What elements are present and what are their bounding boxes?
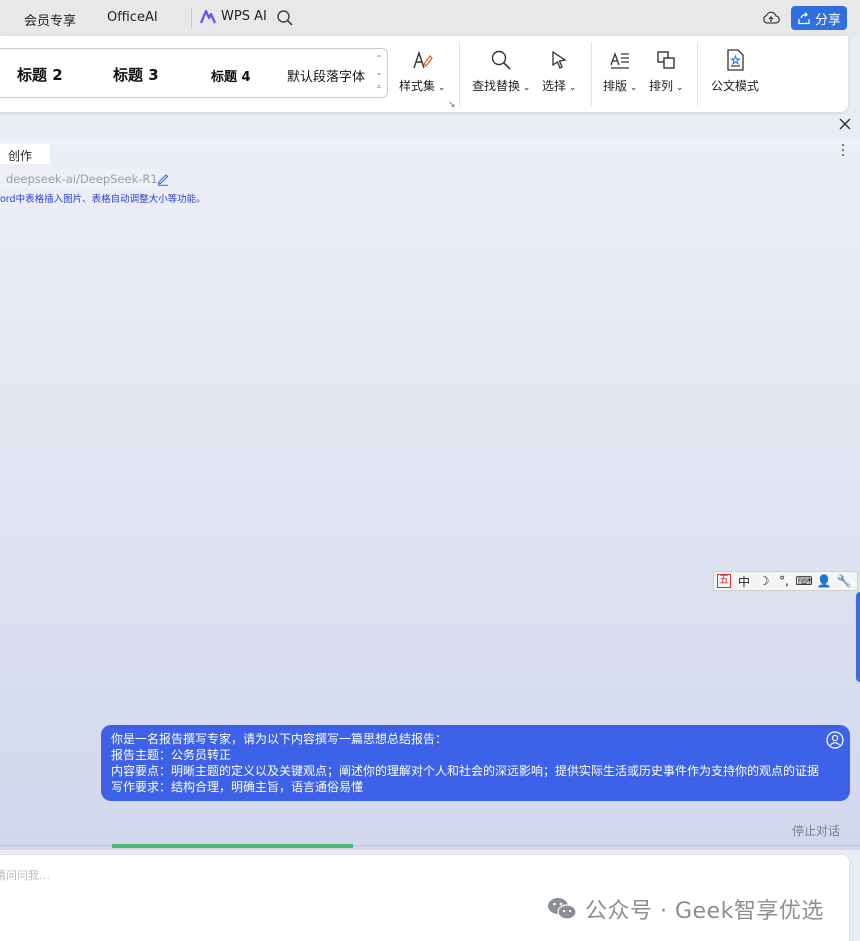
arrange-icon <box>657 51 675 69</box>
style-heading-2[interactable]: 标题 2 <box>17 64 63 85</box>
tab-create[interactable]: 创作 <box>0 144 50 164</box>
wps-ai-button[interactable]: WPS AI <box>200 9 267 24</box>
cloud-upload-icon[interactable] <box>762 9 780 27</box>
watermark-text: 公众号 · Geek智享优选 <box>585 899 824 924</box>
style-set-label: 样式集 <box>399 77 445 94</box>
search-icon[interactable] <box>276 9 294 27</box>
ime-toolbar: 五 中 ☽ °, ⌨ 👤 🔧 <box>713 571 858 591</box>
share-icon <box>798 11 810 24</box>
user-avatar-icon <box>826 731 844 749</box>
dialog-launcher-icon[interactable]: ↘ <box>448 100 456 110</box>
ribbon-separator <box>697 42 698 106</box>
ribbon-separator <box>591 42 592 106</box>
ime-halfwidth-moon-icon[interactable]: ☽ <box>754 574 774 588</box>
style-heading-4[interactable]: 标题 4 <box>211 66 251 85</box>
official-doc-mode-button[interactable]: 公文模式 <box>711 48 759 94</box>
arrange-label: 排列 <box>649 77 683 94</box>
style-set-button[interactable]: 样式集 <box>399 48 445 94</box>
wechat-watermark: 公众号 · Geek智享优选 <box>547 893 824 925</box>
select-label: 选择 <box>542 77 576 94</box>
stop-conversation-button[interactable]: 停止对话 <box>792 822 840 839</box>
menu-officeai[interactable]: OfficeAI <box>107 10 158 25</box>
ime-wubi-icon[interactable]: 五 <box>717 574 731 588</box>
text-layout-icon <box>610 52 630 69</box>
model-selector[interactable]: deepseek-ai/DeepSeek-R1 <box>0 170 164 189</box>
generation-progress-bar <box>112 844 353 848</box>
layout-button[interactable]: 排版 <box>603 48 637 94</box>
find-replace-button[interactable]: 查找替换 <box>472 48 530 94</box>
find-replace-label: 查找替换 <box>472 77 530 94</box>
message-line: 你是一名报告撰写专家，请为以下内容撰写一篇思想总结报告： <box>111 732 448 746</box>
ime-keyboard-icon[interactable]: ⌨ <box>794 574 814 588</box>
official-doc-mode-label: 公文模式 <box>711 79 760 93</box>
share-button[interactable]: 分享 <box>791 6 847 30</box>
style-heading-3[interactable]: 标题 3 <box>113 64 159 85</box>
side-edge-tab[interactable] <box>856 592 860 682</box>
message-line: 写作要求：结构合理，明确主旨，语言通俗易懂 <box>111 780 364 794</box>
select-button[interactable]: 选择 <box>542 48 576 94</box>
share-label: 分享 <box>814 12 841 28</box>
ime-user-icon[interactable]: 👤 <box>814 574 834 588</box>
menu-separator <box>191 8 192 28</box>
ribbon-separator <box>459 42 460 106</box>
close-panel-icon[interactable] <box>838 117 852 131</box>
ime-punctuation-icon[interactable]: °, <box>774 574 794 588</box>
cursor-select-icon <box>552 50 567 69</box>
message-line: 内容要点：明晰主题的定义以及关键观点；阐述你的理解对个人和社会的深远影响；提供实… <box>111 764 820 778</box>
top-menu-bar: 会员专享 OfficeAI WPS AI 分享 <box>0 0 860 36</box>
user-message-bubble: 你是一名报告撰写专家，请为以下内容撰写一篇思想总结报告： 报告主题：公务员转正 … <box>101 725 850 801</box>
style-default-paragraph-font[interactable]: 默认段落字体 <box>287 66 365 85</box>
find-icon <box>492 50 511 70</box>
message-line: 报告主题：公务员转正 <box>111 748 232 762</box>
official-document-icon <box>727 49 744 71</box>
arrange-button[interactable]: 排列 <box>649 48 683 94</box>
style-gallery: 标题 2 标题 3 标题 4 默认段落字体 ⌃ ⌄ ⩡ <box>0 48 388 98</box>
edit-pencil-icon[interactable] <box>156 172 170 186</box>
layout-label: 排版 <box>603 77 637 94</box>
wps-ai-logo-icon <box>200 9 216 23</box>
assistant-hint-text: ord中表格插入图片、表格自动调整大小等功能。 <box>0 194 206 205</box>
ribbon-toolbar: 标题 2 标题 3 标题 4 默认段落字体 ⌃⌄⩡ 样式集 ↘ 查找替换 选择 … <box>0 36 848 112</box>
style-gallery-scroll[interactable]: ⌃ ⌄ ⩡ <box>374 52 384 94</box>
wechat-logo-icon <box>548 898 577 920</box>
chat-input[interactable] <box>0 865 495 885</box>
ime-chinese-toggle[interactable]: 中 <box>734 573 754 590</box>
more-options-icon[interactable]: · · · <box>838 139 848 163</box>
style-brush-icon <box>413 50 434 69</box>
ime-settings-wrench-icon[interactable]: 🔧 <box>834 574 854 588</box>
menu-member[interactable]: 会员专享 <box>24 10 76 29</box>
wps-ai-label: WPS AI <box>221 9 267 24</box>
